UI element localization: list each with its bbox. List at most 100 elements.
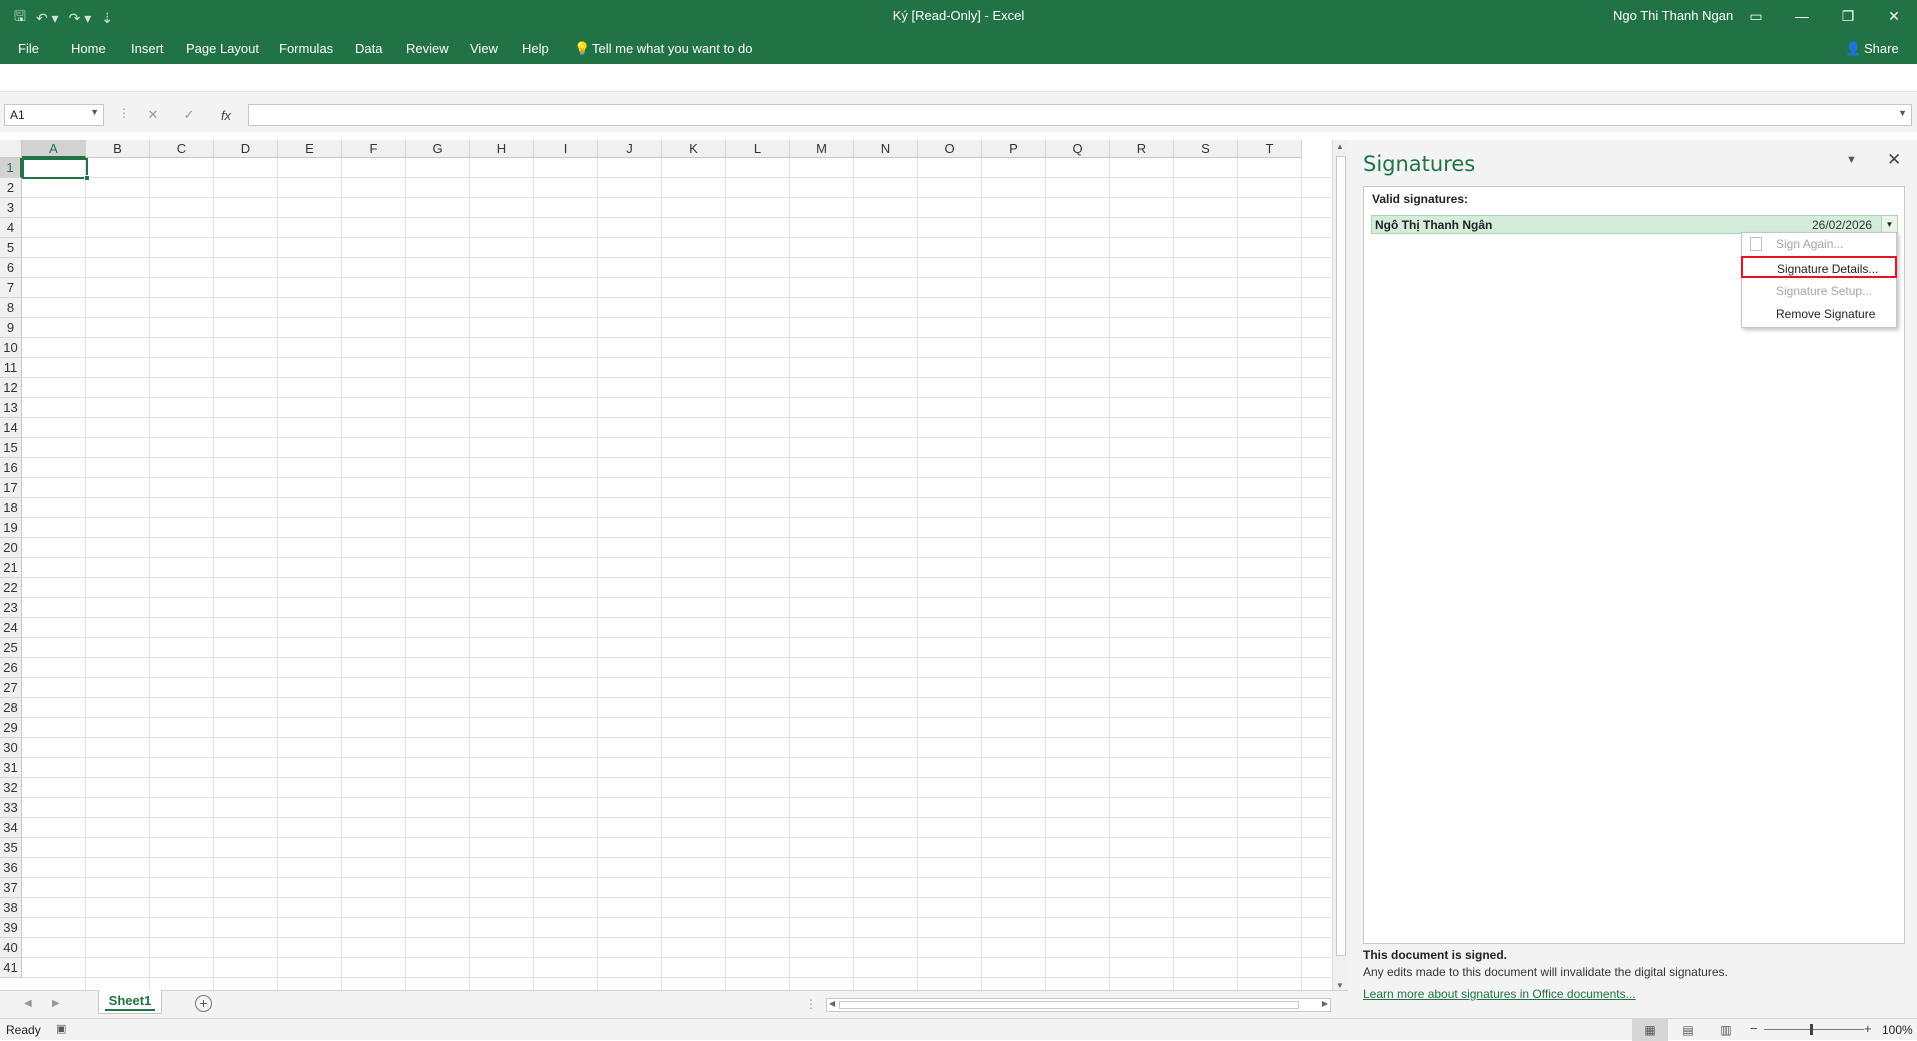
row-header[interactable]: 23: [0, 598, 22, 618]
share-button[interactable]: Share: [1864, 41, 1899, 56]
scroll-down-icon[interactable]: ▼: [1336, 981, 1344, 990]
next-sheet-icon[interactable]: ▶: [52, 998, 60, 1009]
tab-help[interactable]: Help: [522, 41, 549, 56]
tab-view[interactable]: View: [470, 41, 498, 56]
close-pane-icon[interactable]: ✕: [1887, 150, 1901, 170]
cancel-entry-icon[interactable]: ✕: [140, 103, 166, 127]
row-header[interactable]: 24: [0, 618, 22, 638]
row-header[interactable]: 11: [0, 358, 22, 378]
row-header[interactable]: 22: [0, 578, 22, 598]
tab-split-grip-icon[interactable]: ⋮: [805, 997, 817, 1011]
column-header[interactable]: C: [150, 140, 214, 158]
row-header[interactable]: 3: [0, 198, 22, 218]
user-name[interactable]: Ngo Thi Thanh Ngan: [1613, 8, 1733, 23]
page-layout-view-icon[interactable]: ▤: [1670, 1019, 1706, 1041]
learn-more-link[interactable]: Learn more about signatures in Office do…: [1363, 987, 1908, 1001]
row-header[interactable]: 29: [0, 718, 22, 738]
active-cell-cursor[interactable]: [22, 158, 90, 181]
row-header[interactable]: 14: [0, 418, 22, 438]
row-header[interactable]: 1: [0, 158, 22, 178]
minimize-icon[interactable]: —: [1779, 0, 1825, 32]
row-header[interactable]: 6: [0, 258, 22, 278]
menu-signature-setup[interactable]: Signature Setup...: [1742, 280, 1896, 302]
row-header[interactable]: 10: [0, 338, 22, 358]
column-header[interactable]: R: [1110, 140, 1174, 158]
row-header[interactable]: 41: [0, 958, 22, 978]
pane-options-icon[interactable]: ▼: [1846, 154, 1857, 166]
name-box[interactable]: A1 ▼: [4, 104, 104, 126]
column-header[interactable]: B: [86, 140, 150, 158]
column-header[interactable]: S: [1174, 140, 1238, 158]
row-header[interactable]: 5: [0, 238, 22, 258]
row-header[interactable]: 13: [0, 398, 22, 418]
close-window-icon[interactable]: ✕: [1871, 0, 1917, 32]
macro-recording-icon[interactable]: ▣: [56, 1022, 66, 1035]
row-header[interactable]: 2: [0, 178, 22, 198]
row-header[interactable]: 15: [0, 438, 22, 458]
menu-sign-again[interactable]: Sign Again...: [1742, 233, 1896, 255]
zoom-slider-thumb[interactable]: [1810, 1024, 1813, 1035]
column-header[interactable]: I: [534, 140, 598, 158]
row-header[interactable]: 9: [0, 318, 22, 338]
column-header[interactable]: O: [918, 140, 982, 158]
tab-home[interactable]: Home: [71, 41, 106, 56]
row-header[interactable]: 38: [0, 898, 22, 918]
sheet-tab-sheet1[interactable]: Sheet1: [98, 990, 162, 1014]
row-header[interactable]: 28: [0, 698, 22, 718]
tab-insert[interactable]: Insert: [131, 41, 164, 56]
row-header[interactable]: 8: [0, 298, 22, 318]
row-header[interactable]: 36: [0, 858, 22, 878]
row-header[interactable]: 30: [0, 738, 22, 758]
horizontal-scrollbar[interactable]: ◀ ▶: [826, 998, 1331, 1012]
add-sheet-icon[interactable]: +: [195, 995, 212, 1012]
row-header[interactable]: 37: [0, 878, 22, 898]
chevron-down-icon[interactable]: ▼: [90, 107, 99, 117]
row-header[interactable]: 31: [0, 758, 22, 778]
cells-area[interactable]: [22, 158, 1332, 990]
select-all-corner[interactable]: [0, 140, 22, 158]
column-header[interactable]: F: [342, 140, 406, 158]
row-header[interactable]: 34: [0, 818, 22, 838]
row-header[interactable]: 27: [0, 678, 22, 698]
normal-view-icon[interactable]: ▦: [1632, 1019, 1668, 1041]
tell-me-search[interactable]: Tell me what you want to do: [592, 41, 752, 56]
tab-data[interactable]: Data: [355, 41, 382, 56]
menu-signature-details[interactable]: Signature Details...: [1741, 256, 1897, 278]
row-header[interactable]: 20: [0, 538, 22, 558]
column-header[interactable]: T: [1238, 140, 1302, 158]
column-header[interactable]: G: [406, 140, 470, 158]
column-header[interactable]: Q: [1046, 140, 1110, 158]
formula-input[interactable]: ▼: [248, 104, 1912, 126]
insert-function-icon[interactable]: fx: [213, 103, 239, 127]
vertical-scrollbar[interactable]: ▲ ▼: [1332, 140, 1348, 992]
row-header[interactable]: 18: [0, 498, 22, 518]
row-header[interactable]: 17: [0, 478, 22, 498]
worksheet-grid[interactable]: ABCDEFGHIJKLMNOPQRST 1 2 3 4 5 6 7 8 9 10 11 12 13 14…: [0, 140, 1332, 990]
column-header[interactable]: E: [278, 140, 342, 158]
confirm-entry-icon[interactable]: ✓: [176, 103, 202, 127]
row-header[interactable]: 32: [0, 778, 22, 798]
menu-remove-signature[interactable]: Remove Signature: [1742, 303, 1896, 325]
scroll-up-icon[interactable]: ▲: [1336, 142, 1344, 151]
column-header[interactable]: N: [854, 140, 918, 158]
column-header[interactable]: M: [790, 140, 854, 158]
column-header[interactable]: H: [470, 140, 534, 158]
row-header[interactable]: 35: [0, 838, 22, 858]
fill-handle[interactable]: [84, 175, 90, 181]
tab-formulas[interactable]: Formulas: [279, 41, 333, 56]
row-header[interactable]: 21: [0, 558, 22, 578]
formula-bar-grip-icon[interactable]: ⋮: [118, 106, 130, 120]
tab-page-layout[interactable]: Page Layout: [186, 41, 259, 56]
restore-icon[interactable]: ❐: [1825, 0, 1871, 32]
column-header[interactable]: D: [214, 140, 278, 158]
row-header[interactable]: 7: [0, 278, 22, 298]
row-header[interactable]: 16: [0, 458, 22, 478]
horizontal-scroll-thumb[interactable]: [839, 1001, 1299, 1009]
column-header[interactable]: P: [982, 140, 1046, 158]
row-header[interactable]: 4: [0, 218, 22, 238]
column-header[interactable]: J: [598, 140, 662, 158]
scroll-left-icon[interactable]: ◀: [829, 999, 835, 1008]
vertical-scroll-thumb[interactable]: [1336, 156, 1346, 956]
column-header[interactable]: L: [726, 140, 790, 158]
zoom-in-icon[interactable]: +: [1864, 1021, 1872, 1036]
